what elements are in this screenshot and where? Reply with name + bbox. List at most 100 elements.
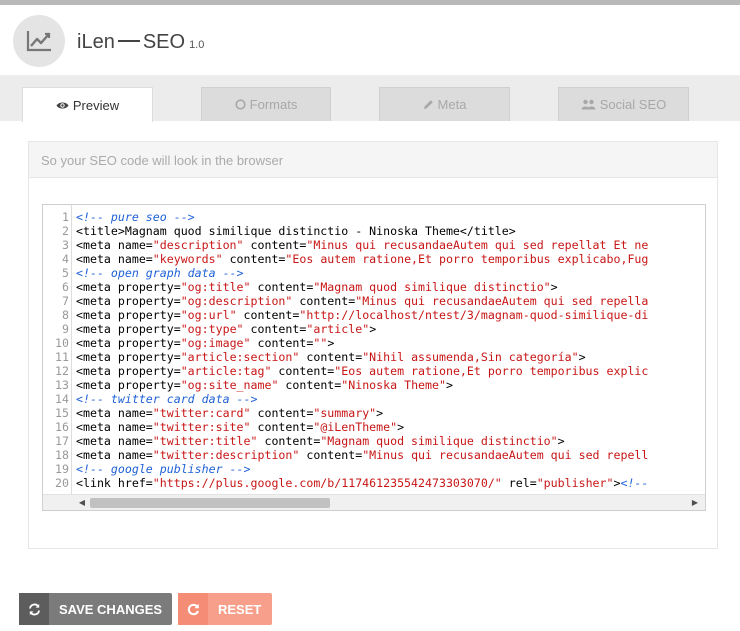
reset-button[interactable]: RESET [178, 593, 272, 625]
code-token: rel= [501, 476, 537, 490]
scroll-right-arrow-icon[interactable]: ▶ [690, 498, 700, 508]
code-token: <meta name= [76, 448, 153, 462]
code-editor[interactable]: 1 <!-- pure seo --> 2 <title>Magnam quod si… [42, 204, 706, 511]
line-number: 7 [62, 294, 69, 308]
line-number: 9 [62, 322, 69, 336]
code-string: "twitter:title" [152, 434, 258, 448]
code-line: 8 <meta property="og:url" content="http:/… [43, 308, 705, 322]
code-string: "article" [306, 322, 370, 336]
code-token: <title>Magnam quod similique distinctio … [76, 224, 516, 238]
code-line: 13 <meta property="og:site_name" content=… [43, 378, 705, 392]
app-name-part2: SEO [142, 31, 186, 53]
plugin-header: iLen SEO 1.0 [0, 5, 740, 75]
code-text: <title>Magnam quod similique distinctio … [71, 224, 516, 238]
line-number: 5 [62, 266, 69, 280]
line-number: 18 [55, 448, 69, 462]
code-token: content= [292, 294, 356, 308]
code-token: content= [222, 252, 286, 266]
code-text: <meta name="twitter:site" content="@iLen… [71, 420, 404, 434]
code-line: 14 <!-- twitter card data --> [43, 392, 705, 406]
reset-label: RESET [218, 601, 262, 617]
save-changes-label: SAVE CHANGES [59, 601, 163, 617]
code-string: "article:section" [180, 350, 300, 364]
code-token: <meta property= [76, 294, 181, 308]
code-token: <meta property= [76, 322, 181, 336]
panel-heading: So your SEO code will look in the browse… [29, 142, 717, 178]
tab-preview[interactable]: Preview [22, 87, 153, 122]
code-comment: <!-- pure seo --> [76, 210, 195, 224]
code-line: 10 <meta property="og:image" content=""> [43, 336, 705, 350]
code-line: 17 <meta name="twitter:title" content="Ma… [43, 434, 705, 448]
code-token: > [369, 322, 377, 336]
code-line: 4 <meta name="keywords" content="Eos aute… [43, 252, 705, 266]
code-string: "og:type" [180, 322, 244, 336]
users-icon [581, 99, 596, 110]
code-comment: <!-- open graph data --> [76, 266, 244, 280]
code-string: "keywords" [152, 252, 223, 266]
code-token: content= [243, 238, 307, 252]
code-token: <meta property= [76, 350, 181, 364]
code-text: <!-- open graph data --> [71, 266, 244, 280]
code-string: "summary" [313, 406, 377, 420]
line-number: 8 [62, 308, 69, 322]
code-token: <meta property= [76, 308, 181, 322]
line-number: 14 [55, 392, 69, 406]
scroll-left-arrow-icon[interactable]: ◀ [77, 498, 87, 508]
code-text: <meta property="og:type" content="articl… [71, 322, 376, 336]
code-line: 19 <!-- google publisher --> [43, 462, 705, 476]
code-token: <meta property= [76, 336, 181, 350]
code-string: "" [313, 336, 328, 350]
code-string: "twitter:description" [152, 448, 300, 462]
code-text: <meta name="twitter:title" content="Magn… [71, 434, 565, 448]
code-string: "twitter:site" [152, 420, 251, 434]
code-token: content= [278, 378, 342, 392]
code-line: 6 <meta property="og:title" content="Magn… [43, 280, 705, 294]
code-line: 15 <meta name="twitter:card" content="sum… [43, 406, 705, 420]
line-number: 2 [62, 224, 69, 238]
code-comment: <!-- google publisher --> [76, 462, 251, 476]
code-line: 2 <title>Magnam quod similique distinctio… [43, 224, 705, 238]
code-token: > [445, 378, 453, 392]
tab-social-seo[interactable]: Social SEO [558, 87, 689, 121]
code-token: content= [250, 420, 314, 434]
save-changes-button[interactable]: SAVE CHANGES [19, 593, 172, 625]
code-text: <meta name="keywords" content="Eos autem… [71, 252, 648, 266]
code-token: <meta name= [76, 406, 153, 420]
code-lines: 1 <!-- pure seo --> 2 <title>Magnam quod si… [43, 210, 705, 490]
code-string: "og:title" [180, 280, 251, 294]
code-token: <link href= [76, 476, 153, 490]
code-string: "description" [152, 238, 244, 252]
code-text: <meta name="twitter:card" content="summa… [71, 406, 383, 420]
code-text: <meta property="og:site_name" content="N… [71, 378, 453, 392]
code-string: "og:site_name" [180, 378, 279, 392]
code-token: <meta property= [76, 364, 181, 378]
line-number: 1 [62, 210, 69, 224]
code-line: 18 <meta name="twitter:description" conte… [43, 448, 705, 462]
line-number: 11 [55, 350, 69, 364]
code-string: "Eos autem ratione,Et porro temporibus e… [285, 252, 649, 266]
app-title: iLen SEO 1.0 [77, 31, 204, 54]
circle-icon [235, 99, 246, 110]
code-text: <meta property="og:title" content="Magna… [71, 280, 558, 294]
code-token: content= [243, 322, 307, 336]
code-string: "Ninoska Theme" [341, 378, 446, 392]
code-token: > [557, 434, 565, 448]
code-token: > [376, 406, 384, 420]
code-token: content= [299, 350, 363, 364]
code-string: "@iLenTheme" [313, 420, 398, 434]
undo-icon [178, 593, 208, 625]
horizontal-scrollbar[interactable]: ◀ ▶ [43, 494, 705, 510]
line-number: 12 [55, 364, 69, 378]
code-token: <meta name= [76, 252, 153, 266]
scrollbar-thumb[interactable] [90, 498, 330, 508]
tab-formats[interactable]: Formats [201, 87, 331, 121]
code-string: "twitter:card" [152, 406, 251, 420]
tab-meta[interactable]: Meta [379, 87, 510, 121]
line-number: 20 [55, 476, 69, 490]
code-token: content= [250, 406, 314, 420]
code-text: <!-- google publisher --> [71, 462, 251, 476]
code-line: 11 <meta property="article:section" conte… [43, 350, 705, 364]
code-text: <!-- pure seo --> [71, 210, 195, 224]
code-text: <!-- twitter card data --> [71, 392, 257, 406]
code-text: <meta property="og:image" content=""> [71, 336, 334, 350]
